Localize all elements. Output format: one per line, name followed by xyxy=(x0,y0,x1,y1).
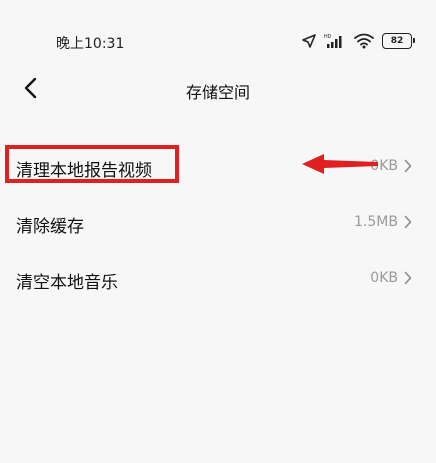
setting-value-group: 0KB xyxy=(370,270,412,286)
battery-level: 82 xyxy=(390,36,404,46)
setting-row-clear-local-music[interactable]: 清空本地音乐 0KB xyxy=(0,252,436,308)
setting-row-clear-cache[interactable]: 清除缓存 1.5MB xyxy=(0,196,436,252)
setting-value-group: 1.5MB xyxy=(354,214,412,230)
status-icons: HD 82 xyxy=(302,31,415,51)
settings-list: 清理本地报告视频 0KB 清除缓存 1.5MB 清空本地音乐 0KB xyxy=(0,140,436,308)
setting-label: 清除缓存 xyxy=(16,217,84,237)
chevron-right-icon xyxy=(404,215,412,229)
svg-text:HD: HD xyxy=(324,34,332,40)
battery-icon: 82 xyxy=(382,33,415,49)
setting-value: 1.5MB xyxy=(354,214,398,230)
wifi-icon xyxy=(354,33,374,49)
header: 存储空间 xyxy=(0,68,436,112)
page-title: 存储空间 xyxy=(185,83,250,102)
chevron-right-icon xyxy=(404,159,412,173)
setting-value-group: 0KB xyxy=(370,158,412,174)
setting-label: 清理本地报告视频 xyxy=(16,161,152,181)
setting-row-clear-local-report-videos[interactable]: 清理本地报告视频 0KB xyxy=(0,140,436,196)
setting-value: 0KB xyxy=(370,270,398,286)
setting-label: 清空本地音乐 xyxy=(16,273,118,293)
location-arrow-icon xyxy=(302,34,316,48)
chevron-right-icon xyxy=(404,271,412,285)
setting-value: 0KB xyxy=(370,158,398,174)
status-time: 晚上10:31 xyxy=(56,36,125,52)
hd-signal-icon: HD xyxy=(324,33,346,49)
